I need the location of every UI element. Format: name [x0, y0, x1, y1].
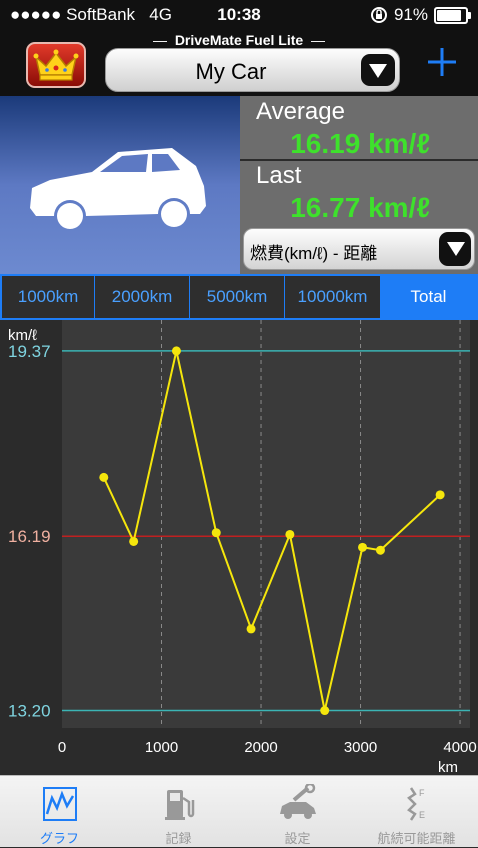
app-title: DriveMate Fuel Lite — [174, 32, 304, 48]
y-axis-unit-label: km/ℓ — [8, 327, 37, 344]
data-point — [358, 542, 368, 552]
car-silhouette-icon — [30, 148, 206, 229]
average-label: Average — [256, 98, 345, 125]
chevron-down-icon — [439, 232, 471, 266]
data-point — [375, 545, 385, 555]
y-reference-label: 19.37 — [8, 342, 51, 361]
x-tick-label: 3000 — [344, 739, 377, 756]
tab-graph[interactable]: グラフ — [0, 776, 119, 848]
x-axis-unit-label: km — [438, 759, 458, 775]
x-tick-label: 2000 — [244, 739, 277, 756]
average-value: 16.19 km/ℓ — [290, 128, 430, 159]
tab-label: 設定 — [284, 831, 311, 846]
x-tick-label: 1000 — [145, 739, 178, 756]
range-tab-total[interactable]: Total — [381, 276, 476, 318]
svg-text:E: E — [419, 810, 425, 820]
tab-label: 記録 — [165, 831, 192, 846]
crown-icon — [33, 49, 79, 81]
y-reference-label: 16.19 — [8, 527, 51, 546]
car-wrench-icon — [280, 784, 316, 819]
range-gauge-icon: F E — [407, 787, 425, 821]
y-reference-label: 13.20 — [8, 702, 51, 721]
app-header: — DriveMate Fuel Lite — My Car — [0, 30, 478, 96]
data-point — [171, 346, 181, 356]
last-value: 16.77 km/ℓ — [290, 192, 430, 223]
status-bar: ●●●●● SoftBank 4G 10:38 91% — [0, 0, 478, 30]
car-select[interactable]: My Car — [105, 48, 400, 92]
fuel-economy-chart: 19.37 16.19 13.20 km/ℓ 0 1000 2000 3000 4000 km — [8, 320, 477, 775]
range-segmented-control: 1000km 2000km 5000km 10000km Total — [0, 274, 478, 320]
car-select-value: My Car — [195, 59, 267, 84]
metric-select-value: 燃費(km/ℓ) - 距離 — [250, 244, 378, 263]
x-tick-label: 0 — [58, 739, 66, 756]
last-label: Last — [256, 162, 302, 189]
fuel-pump-icon — [165, 790, 195, 820]
rotation-lock-icon — [370, 7, 387, 23]
data-point — [320, 706, 330, 716]
svg-text:F: F — [419, 788, 425, 798]
data-point — [129, 536, 139, 546]
tab-label: 航続可能距離 — [377, 831, 456, 846]
add-record-button[interactable] — [418, 38, 466, 86]
data-point — [246, 624, 256, 634]
graph-icon — [43, 787, 77, 821]
battery-percent: 91% — [393, 5, 428, 24]
battery-icon — [434, 6, 471, 24]
data-point — [285, 529, 295, 539]
premium-button[interactable] — [26, 42, 86, 88]
range-tab-5000km[interactable]: 5000km — [190, 276, 285, 318]
data-point — [435, 490, 445, 500]
data-point — [211, 528, 221, 538]
chevron-down-icon — [361, 54, 395, 86]
car-image-panel — [0, 96, 240, 274]
tab-range[interactable]: F E 航続可能距離 — [357, 776, 476, 848]
tab-records[interactable]: 記録 — [119, 776, 238, 848]
plus-icon — [428, 48, 456, 76]
metric-select[interactable]: 燃費(km/ℓ) - 距離 — [243, 228, 475, 270]
data-point — [99, 472, 109, 482]
battery-level — [437, 9, 461, 21]
range-tab-10000km[interactable]: 10000km — [285, 276, 381, 318]
x-tick-label: 4000 — [443, 739, 476, 756]
tab-bar: グラフ 記録 設定 F E 航続可能距離 — [0, 775, 478, 847]
range-tab-2000km[interactable]: 2000km — [95, 276, 190, 318]
range-tab-1000km[interactable]: 1000km — [2, 276, 95, 318]
tab-settings[interactable]: 設定 — [238, 776, 357, 848]
tab-label: グラフ — [39, 831, 79, 846]
divider — [240, 159, 478, 161]
